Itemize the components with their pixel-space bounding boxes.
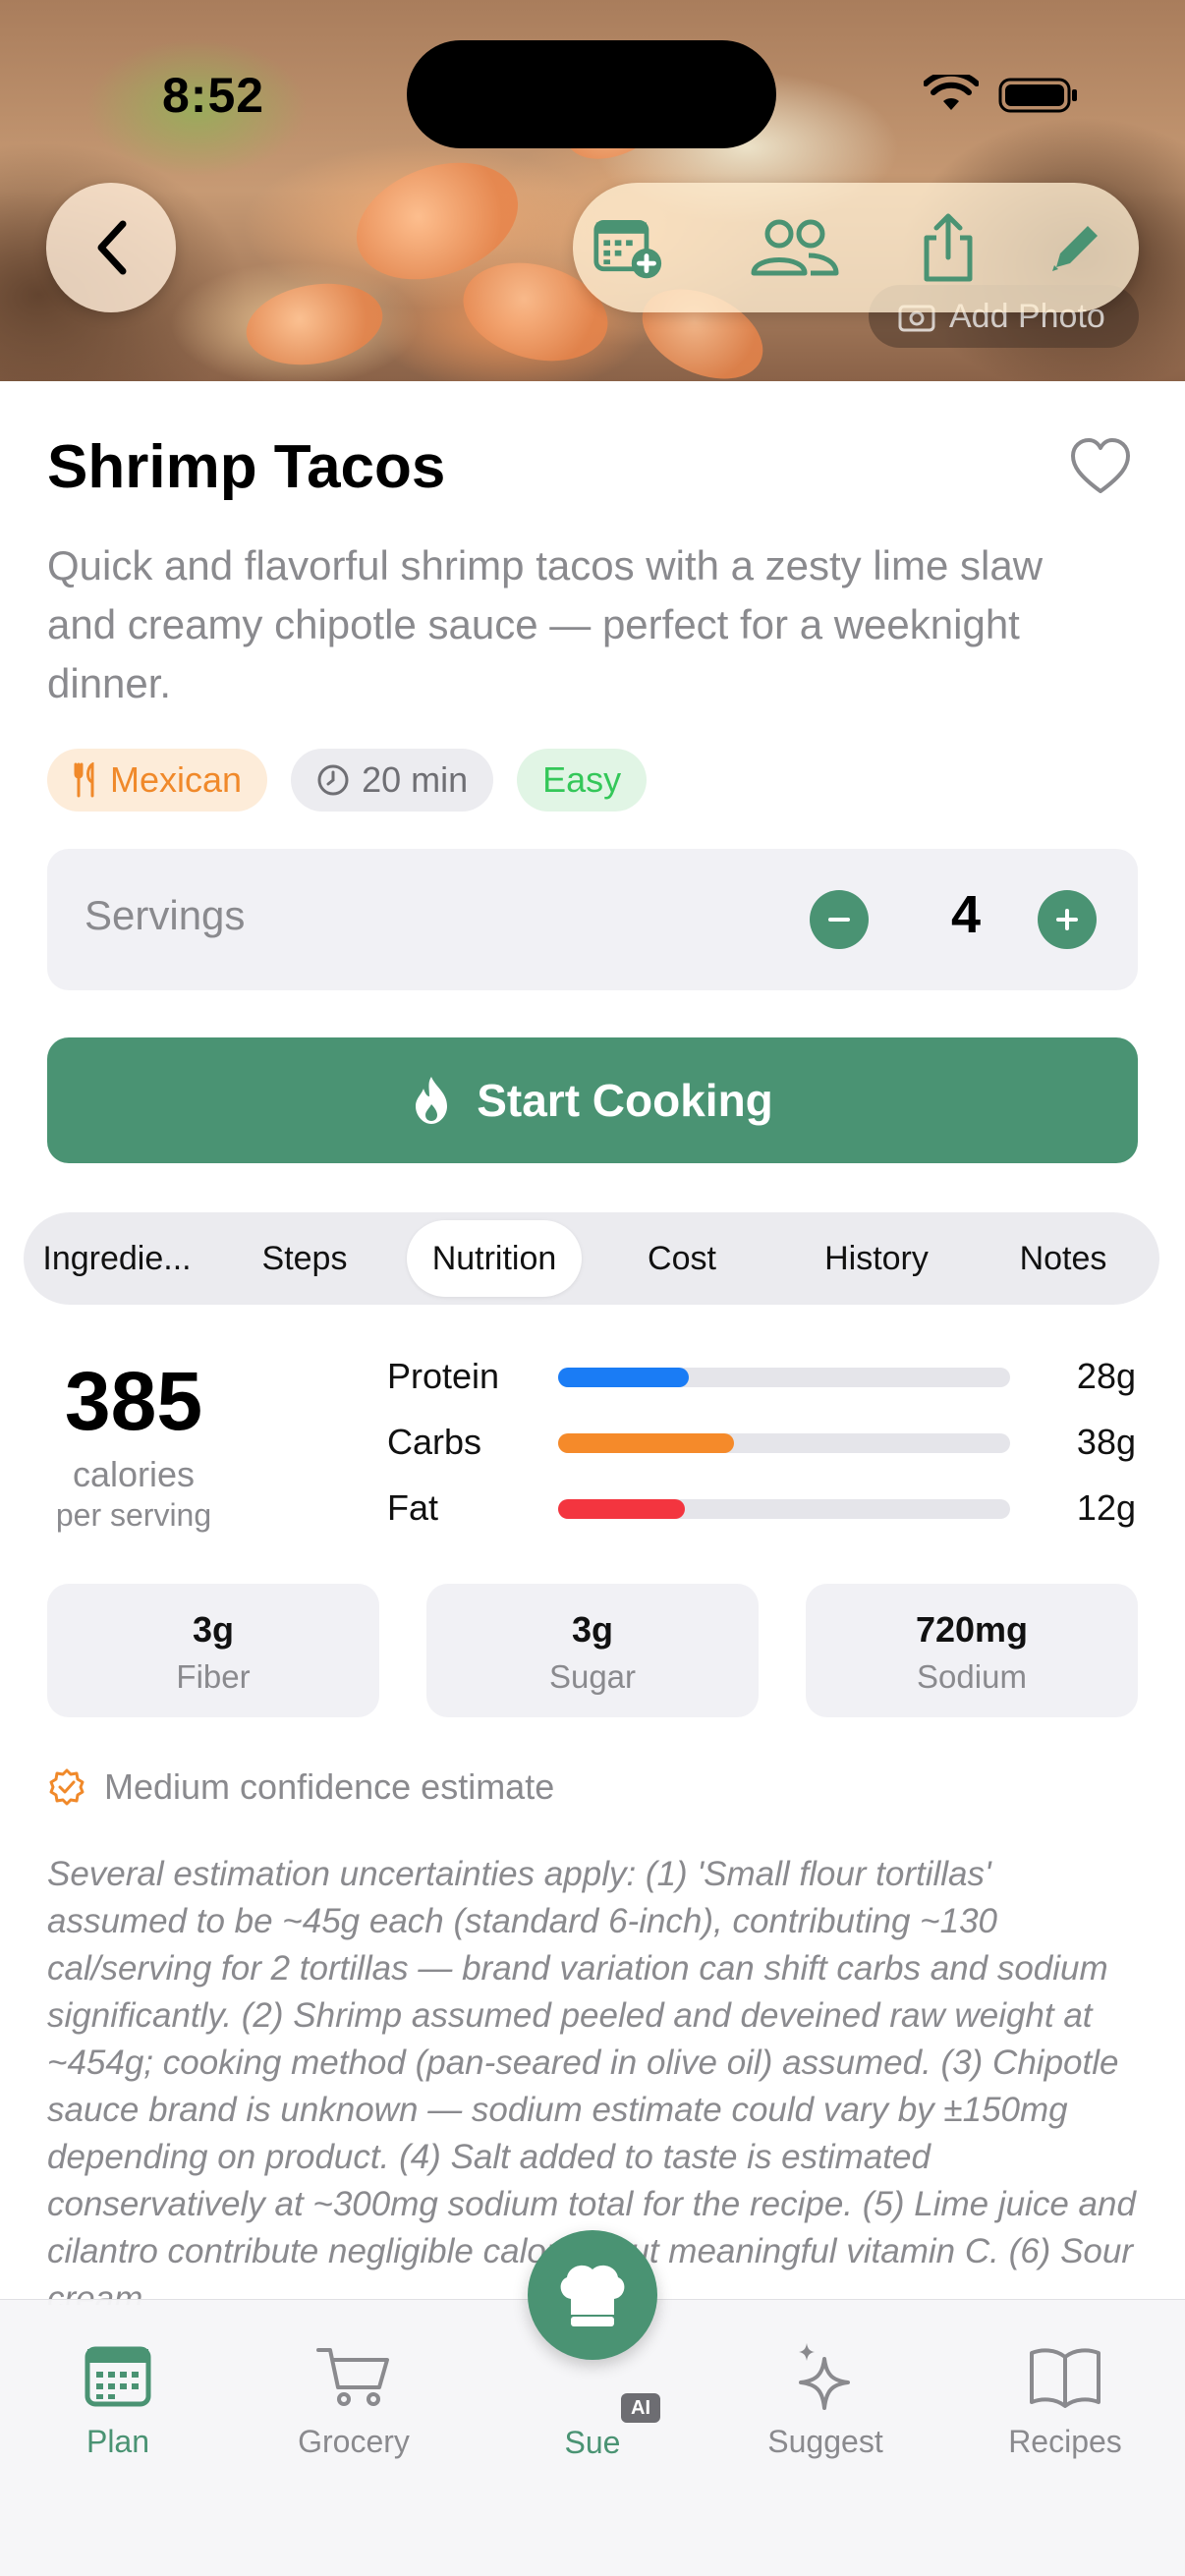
chevron-left-icon: [97, 220, 127, 275]
nutrient-card-sugar: 3g Sugar: [426, 1584, 759, 1717]
macro-value: 28g: [1076, 1356, 1136, 1396]
macro-name: Fat: [387, 1487, 439, 1528]
tab-recipes-label: Recipes: [1008, 2424, 1122, 2459]
nutrient-value: 3g: [192, 1609, 234, 1650]
tab-cost[interactable]: Cost: [603, 1220, 761, 1297]
recipe-tabs: Ingredie... Steps Nutrition Cost History…: [24, 1212, 1159, 1305]
increase-servings-button[interactable]: [1038, 890, 1097, 949]
confidence-label: Medium confidence estimate: [104, 1766, 555, 1807]
macro-value: 12g: [1076, 1487, 1136, 1528]
sue-assistant-button[interactable]: [528, 2230, 657, 2360]
time-badge: 20 min: [291, 749, 494, 812]
wifi-icon: [924, 75, 979, 110]
macro-value: 38g: [1076, 1422, 1136, 1462]
edit-button[interactable]: [1041, 212, 1111, 283]
macro-bar-fill: [558, 1368, 690, 1387]
nutrient-card-sodium: 720mg Sodium: [806, 1584, 1138, 1717]
recipe-description: Quick and flavorful shrimp tacos with a …: [47, 542, 1044, 706]
calendar-icon: [85, 2346, 151, 2407]
per-serving-label: per serving: [55, 1497, 212, 1533]
recipe-title: Shrimp Tacos: [47, 433, 446, 501]
dynamic-island: [407, 40, 776, 148]
tab-sue-label: Sue: [564, 2425, 621, 2460]
tab-plan-label: Plan: [85, 2424, 150, 2459]
tab-suggest[interactable]: Suggest: [727, 2339, 924, 2460]
nutrient-label: Sugar: [548, 1658, 637, 1695]
pencil-icon: [1052, 226, 1098, 271]
flame-icon: [416, 1077, 448, 1124]
nutrient-label: Sodium: [917, 1658, 1027, 1695]
cuisine-label: Mexican: [110, 759, 243, 800]
servings-stepper: Servings 4: [47, 849, 1138, 990]
tab-suggest-label: Suggest: [767, 2424, 883, 2459]
decrease-servings-button[interactable]: [810, 890, 869, 949]
calendar-plus-icon: [593, 220, 662, 279]
tab-history[interactable]: History: [790, 1220, 963, 1297]
tab-steps[interactable]: Steps: [226, 1220, 383, 1297]
cuisine-badge: Mexican: [47, 749, 268, 812]
macro-bar-track: [558, 1433, 1010, 1453]
nutrient-value: 720mg: [915, 1609, 1029, 1650]
verified-badge-icon: [49, 1768, 85, 1806]
macro-bar-track: [558, 1368, 1010, 1387]
plus-icon: [1056, 909, 1078, 930]
difficulty-badge: Easy: [517, 749, 648, 812]
start-cooking-button[interactable]: Start Cooking: [47, 1037, 1138, 1163]
share-with-household-button[interactable]: [746, 212, 844, 283]
status-time: 8:52: [162, 68, 265, 123]
macro-name: Carbs: [387, 1422, 482, 1462]
add-to-calendar-button[interactable]: [592, 212, 663, 283]
clock-icon: [317, 764, 349, 796]
servings-value: 4: [950, 885, 982, 944]
calories-label: calories: [72, 1454, 196, 1494]
tab-grocery[interactable]: Grocery: [255, 2339, 452, 2460]
tab-nutrition[interactable]: Nutrition: [407, 1220, 582, 1297]
share-button[interactable]: [913, 212, 984, 283]
macro-bar-track: [558, 1499, 1010, 1519]
servings-label: Servings: [85, 892, 246, 938]
nutrient-label: Fiber: [176, 1658, 251, 1695]
minus-icon: [828, 918, 850, 922]
back-button[interactable]: [46, 183, 176, 312]
people-icon: [751, 219, 839, 276]
nutrient-card-fiber: 3g Fiber: [47, 1584, 379, 1717]
tab-ingredients[interactable]: Ingredie...: [28, 1220, 206, 1297]
nutrient-value: 3g: [571, 1609, 613, 1650]
tab-plan[interactable]: Plan: [20, 2339, 216, 2460]
fork-knife-icon: [74, 762, 94, 798]
recipe-tags: Mexican 20 min Easy: [47, 749, 648, 812]
favorite-heart-icon[interactable]: [1069, 436, 1132, 495]
macro-name: Protein: [387, 1356, 500, 1396]
recipe-toolbar: [573, 183, 1139, 312]
battery-icon: [998, 78, 1077, 113]
start-cooking-label: Start Cooking: [477, 1075, 773, 1126]
macro-bar-fill: [558, 1499, 685, 1519]
share-icon: [924, 213, 973, 282]
book-icon: [1030, 2348, 1100, 2408]
sparkles-icon: [799, 2343, 850, 2410]
cart-icon: [316, 2348, 389, 2406]
difficulty-label: Easy: [542, 759, 622, 800]
tab-notes[interactable]: Notes: [981, 1220, 1146, 1297]
tab-grocery-label: Grocery: [298, 2424, 410, 2459]
confidence-indicator: Medium confidence estimate: [47, 1766, 554, 1808]
tab-recipes[interactable]: Recipes: [967, 2339, 1163, 2460]
chef-hat-icon: [560, 2265, 625, 2326]
calories-value: 385: [64, 1355, 203, 1447]
ai-badge: AI: [621, 2393, 660, 2423]
macro-bar-fill: [558, 1433, 735, 1453]
time-label: 20 min: [362, 759, 469, 800]
